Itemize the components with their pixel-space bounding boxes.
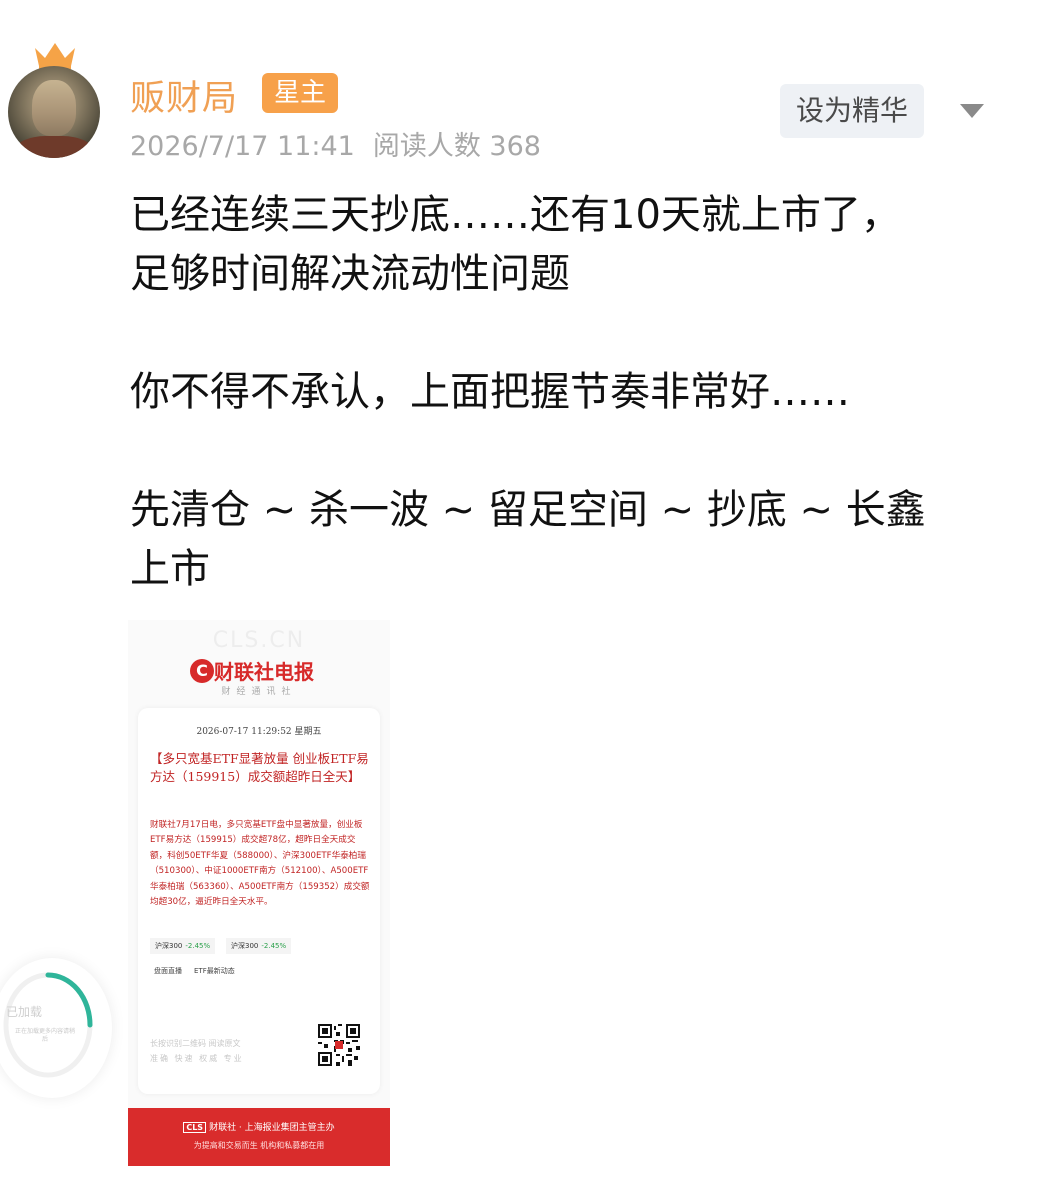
watermark: CLS.CN: [212, 628, 306, 653]
paragraph-1: 已经连续三天抄底……还有10天就上市了， 足够时间解决流动性问题: [130, 186, 901, 304]
paragraph-3: 先清仓 ~ 杀一波 ~ 留足空间 ~ 抄底 ~ 长鑫 上市: [130, 481, 950, 599]
author-name[interactable]: 贩财局: [130, 70, 238, 121]
cls-logo-icon: C: [190, 658, 214, 683]
card-footer-hint: 长按识别二维码 阅读原文: [150, 1039, 241, 1048]
post-date: 2026/7/17 11:41: [130, 131, 355, 162]
cls-logo-suffix: 电报: [274, 660, 314, 684]
news-tag: 盘面直播: [154, 967, 182, 975]
paragraph-3-line-1: 先清仓 ~ 杀一波 ~ 留足空间 ~ 抄底 ~ 长鑫: [130, 487, 926, 533]
news-tag: ETF最新动态: [194, 967, 235, 975]
attached-image[interactable]: CLS.CN C 财联社电报 财经通讯社 2026-07-17 11:29:52 …: [128, 620, 390, 1166]
paragraph-2: 你不得不承认，上面把握节奏非常好……: [130, 369, 850, 415]
view-count: 阅读人数 368: [372, 131, 541, 162]
cls-badge: CLS: [183, 1122, 207, 1133]
floating-widget-subtext: 正在加载更多内容请稍后: [14, 1028, 75, 1043]
news-title: 【多只宽基ETF显著放量 创业板ETF易方达（159915）成交额超昨日全天】: [150, 751, 369, 784]
progress-ring-icon: [3, 972, 93, 1078]
news-body: 财联社7月17日电，多只宽基ETF盘中显著放量，创业板ETF易方达（159915…: [150, 820, 370, 908]
paragraph-3-line-2: 上市: [130, 546, 210, 592]
avatar[interactable]: [8, 66, 100, 158]
cls-logo: C 财联社电报: [190, 656, 314, 684]
paragraph-1-line-2: 足够时间解决流动性问题: [130, 251, 570, 297]
cls-logo-text: 财联社: [214, 660, 274, 684]
qr-code-icon: [318, 1024, 360, 1066]
post-meta: 2026/7/17 11:41 阅读人数 368: [130, 124, 541, 163]
index-name: 沪深300: [231, 942, 259, 950]
footer-band-line-1: CLS 财联社 · 上海报业集团主管主办: [128, 1120, 390, 1133]
footer-band-line-2: 为提高和交易而生 机构和私募都在用: [193, 1141, 325, 1150]
role-badge: 星主: [262, 73, 339, 113]
index-name: 沪深300: [155, 942, 183, 950]
cls-logo-subtitle: 财经通讯社: [221, 687, 297, 697]
index-change: -2.45%: [261, 942, 287, 950]
avatar-shirt: [14, 136, 94, 158]
avatar-face: [32, 80, 76, 136]
footer-band-text: 财联社 · 上海报业集团主管主办: [209, 1123, 335, 1133]
floating-widget-label: 已加载: [6, 1005, 43, 1019]
triangle-down-icon[interactable]: [960, 104, 984, 118]
index-chip: 沪深300 -2.45%: [150, 938, 216, 954]
paragraph-1-line-1: 已经连续三天抄底……还有10天就上市了，: [130, 192, 901, 238]
card-footer-slogan: 准确 快速 权威 专业: [150, 1054, 244, 1063]
index-change: -2.45%: [185, 942, 211, 950]
news-time: 2026-07-17 11:29:52 星期五: [196, 727, 322, 737]
news-card: 2026-07-17 11:29:52 星期五 【多只宽基ETF显著放量 创业板…: [138, 708, 380, 1094]
cls-footer-band: CLS 财联社 · 上海报业集团主管主办 为提高和交易而生 机构和私募都在用: [128, 1108, 390, 1166]
set-featured-button[interactable]: 设为精华: [780, 84, 924, 138]
index-chip: 沪深300 -2.45%: [226, 938, 292, 954]
